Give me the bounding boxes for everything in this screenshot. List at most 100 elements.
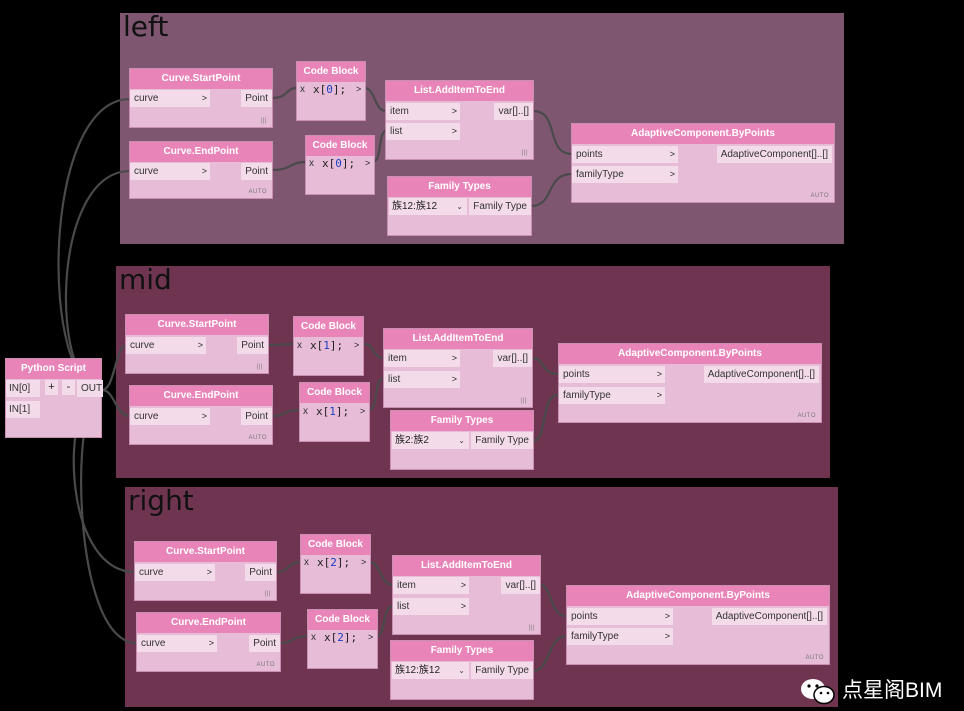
points-input[interactable]: points >	[567, 608, 673, 625]
family-types-node[interactable]: Family Types 族12:族12 ⌄ Family Type	[387, 176, 532, 236]
x-input[interactable]: x	[300, 81, 305, 98]
x-input[interactable]: x	[304, 554, 309, 571]
family-type-dropdown[interactable]: 族2:族2 ⌄	[392, 432, 469, 449]
item-input[interactable]: item >	[384, 350, 460, 367]
family-type-dropdown[interactable]: 族12:族12 ⌄	[392, 662, 469, 679]
list-additemtoend-node[interactable]: List.AddItemToEnd item > list > var[]..[] …	[392, 555, 541, 635]
points-input[interactable]: points >	[559, 366, 665, 383]
list-input[interactable]: list >	[393, 598, 469, 615]
list-input[interactable]: list >	[386, 123, 460, 140]
list-additemtoend-node[interactable]: List.AddItemToEnd item > list > var[]..[] …	[385, 80, 534, 160]
point-output[interactable]: Point	[241, 408, 272, 425]
adaptive-output[interactable]: AdaptiveComponent[]..[]	[711, 608, 827, 625]
item-input[interactable]: item >	[386, 103, 460, 120]
curve-startpoint-node[interactable]: Curve.StartPoint curve > Point |||	[129, 68, 273, 128]
var-output[interactable]: var[]..[]	[493, 350, 532, 367]
adaptivecomponent-bypoints-node[interactable]: AdaptiveComponent.ByPoints points > famil…	[566, 585, 830, 665]
x-input[interactable]: x	[311, 629, 316, 646]
node-header: Curve.EndPoint	[130, 386, 272, 406]
familytype-input[interactable]: familyType >	[559, 387, 665, 404]
familytype-input[interactable]: familyType >	[572, 166, 678, 183]
out-port[interactable]: OUT	[77, 380, 103, 397]
lacing-icon[interactable]: |||	[257, 364, 263, 370]
output-port[interactable]: >	[365, 155, 370, 172]
output-port[interactable]: >	[368, 629, 373, 646]
family-type-output[interactable]: Family Type	[469, 198, 531, 215]
family-type-output[interactable]: Family Type	[471, 662, 533, 679]
lacing-icon[interactable]: AUTO	[256, 662, 275, 668]
lacing-icon[interactable]: AUTO	[805, 655, 824, 661]
adaptive-output[interactable]: AdaptiveComponent[]..[]	[716, 146, 832, 163]
lacing-icon[interactable]: |||	[261, 118, 267, 124]
code-text[interactable]: x[1];	[310, 337, 343, 354]
points-input[interactable]: points >	[572, 146, 678, 163]
code-text[interactable]: x[1];	[316, 403, 349, 420]
lacing-icon[interactable]: |||	[521, 398, 527, 404]
add-input-button[interactable]: +	[45, 380, 58, 395]
group-title-right: right	[128, 484, 194, 517]
curve-input[interactable]: curve >	[137, 635, 217, 652]
adaptivecomponent-bypoints-node[interactable]: AdaptiveComponent.ByPoints points > famil…	[558, 343, 822, 423]
lacing-icon[interactable]: |||	[529, 625, 535, 631]
curve-endpoint-node[interactable]: Curve.EndPoint curve > Point AUTO	[136, 612, 281, 672]
node-header: Python Script	[6, 359, 101, 379]
x-input[interactable]: x	[309, 155, 314, 172]
lacing-icon[interactable]: AUTO	[797, 413, 816, 419]
output-port[interactable]: >	[360, 403, 365, 420]
in0-port[interactable]: IN[0]	[6, 380, 40, 397]
var-output[interactable]: var[]..[]	[494, 103, 533, 120]
family-types-node[interactable]: Family Types 族12:族12 ⌄ Family Type	[390, 640, 534, 700]
curve-input[interactable]: curve >	[130, 163, 210, 180]
python-script-node[interactable]: Python Script IN[0] + - OUT IN[1]	[5, 358, 103, 438]
chevron-down-icon: ⌄	[458, 436, 465, 445]
familytype-input[interactable]: familyType >	[567, 628, 673, 645]
curve-startpoint-node[interactable]: Curve.StartPoint curve > Point |||	[134, 541, 277, 601]
lacing-icon[interactable]: AUTO	[248, 435, 267, 441]
family-type-output[interactable]: Family Type	[471, 432, 533, 449]
point-output[interactable]: Point	[249, 635, 280, 652]
code-text[interactable]: x[2];	[324, 629, 357, 646]
curve-endpoint-node[interactable]: Curve.EndPoint curve > Point AUTO	[129, 141, 273, 199]
code-block-node[interactable]: Code Block x x[0]; >	[296, 61, 366, 121]
code-block-node[interactable]: Code Block x x[1]; >	[299, 382, 370, 442]
lacing-icon[interactable]: AUTO	[810, 193, 829, 199]
adaptive-output[interactable]: AdaptiveComponent[]..[]	[703, 366, 819, 383]
curve-startpoint-node[interactable]: Curve.StartPoint curve > Point |||	[125, 314, 269, 374]
item-input[interactable]: item >	[393, 577, 469, 594]
point-output[interactable]: Point	[241, 163, 272, 180]
lacing-icon[interactable]: |||	[522, 150, 528, 156]
lacing-icon[interactable]: AUTO	[248, 189, 267, 195]
point-output[interactable]: Point	[245, 564, 276, 581]
code-block-node[interactable]: Code Block x x[0]; >	[305, 135, 375, 195]
code-block-node[interactable]: Code Block x x[2]; >	[300, 534, 371, 594]
code-text[interactable]: x[2];	[317, 554, 350, 571]
adaptivecomponent-bypoints-node[interactable]: AdaptiveComponent.ByPoints points > famil…	[571, 123, 835, 203]
family-type-dropdown[interactable]: 族12:族12 ⌄	[389, 198, 467, 215]
remove-input-button[interactable]: -	[62, 380, 75, 395]
node-header: AdaptiveComponent.ByPoints	[559, 344, 821, 364]
curve-input[interactable]: curve >	[126, 337, 206, 354]
output-port[interactable]: >	[361, 554, 366, 571]
curve-input[interactable]: curve >	[135, 564, 215, 581]
output-port[interactable]: >	[354, 337, 359, 354]
curve-input[interactable]: curve >	[130, 408, 210, 425]
curve-input[interactable]: curve >	[130, 90, 210, 107]
watermark: 点星阁BIM	[798, 676, 958, 706]
var-output[interactable]: var[]..[]	[501, 577, 540, 594]
code-block-node[interactable]: Code Block x x[2]; >	[307, 609, 378, 669]
x-input[interactable]: x	[303, 403, 308, 420]
family-types-node[interactable]: Family Types 族2:族2 ⌄ Family Type	[390, 410, 534, 470]
arrow-icon: >	[656, 369, 662, 379]
code-text[interactable]: x[0];	[313, 81, 346, 98]
list-input[interactable]: list >	[384, 371, 460, 388]
in1-port[interactable]: IN[1]	[6, 401, 40, 418]
code-block-node[interactable]: Code Block x x[1]; >	[293, 316, 364, 376]
lacing-icon[interactable]: |||	[265, 591, 271, 597]
point-output[interactable]: Point	[237, 337, 268, 354]
x-input[interactable]: x	[297, 337, 302, 354]
output-port[interactable]: >	[356, 81, 361, 98]
point-output[interactable]: Point	[241, 90, 272, 107]
list-additemtoend-node[interactable]: List.AddItemToEnd item > list > var[]..[] …	[383, 328, 533, 408]
code-text[interactable]: x[0];	[322, 155, 355, 172]
curve-endpoint-node[interactable]: Curve.EndPoint curve > Point AUTO	[129, 385, 273, 445]
